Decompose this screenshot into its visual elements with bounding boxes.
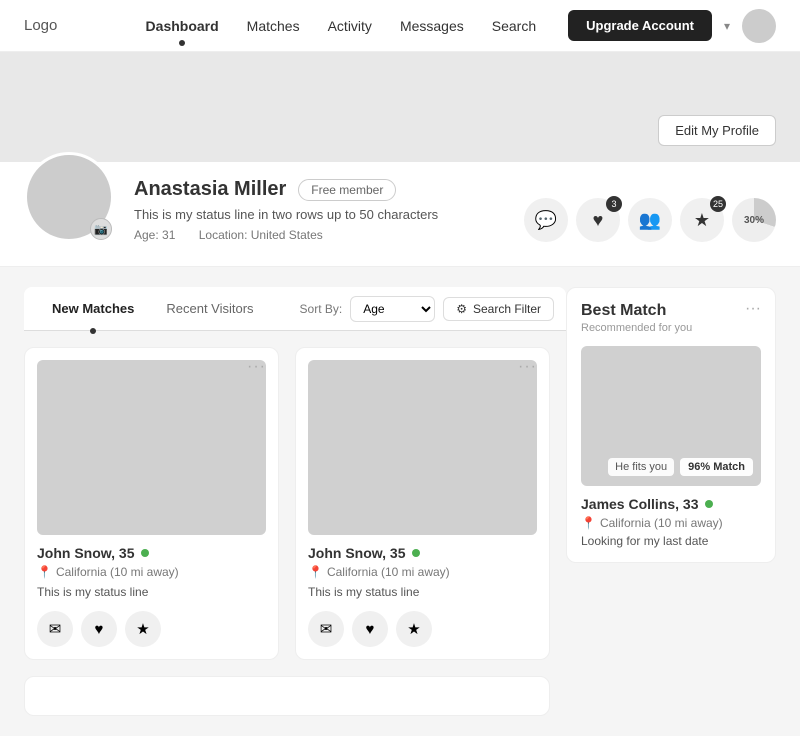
card-location-2: 📍 California (10 mi away) [308, 565, 537, 579]
nav-links: Dashboard Matches Activity Messages Sear… [146, 18, 537, 34]
best-match-photo: He fits you 96% Match [581, 346, 761, 486]
tab-new-matches[interactable]: New Matches [36, 287, 150, 330]
cards-grid: ··· John Snow, 35 📍 California (10 mi aw… [24, 347, 550, 660]
card-name-row-1: John Snow, 35 [37, 545, 266, 561]
like-action-button[interactable]: ♥ 3 [576, 198, 620, 242]
card-name-1: John Snow, 35 [37, 545, 135, 561]
sort-select[interactable]: Age Distance Online [350, 296, 435, 322]
nav-link-dashboard[interactable]: Dashboard [146, 18, 219, 34]
message-icon: 💬 [535, 210, 557, 231]
online-indicator-1 [141, 549, 149, 557]
card-actions-2: ✉ ♥ ★ [308, 611, 537, 647]
navbar: Logo Dashboard Matches Activity Messages… [0, 0, 800, 52]
nav-link-messages[interactable]: Messages [400, 18, 464, 34]
card-status-2: This is my status line [308, 585, 537, 599]
edit-profile-button[interactable]: Edit My Profile [658, 115, 776, 146]
star-action-button[interactable]: ★ 25 [680, 198, 724, 242]
card-photo-1 [37, 360, 266, 535]
filter-icon: ⚙ [456, 302, 467, 316]
upgrade-button[interactable]: Upgrade Account [568, 10, 712, 41]
profile-section: 📷 Anastasia Miller Free member This is m… [0, 162, 800, 267]
card-message-button-2[interactable]: ✉ [308, 611, 344, 647]
free-badge: Free member [298, 179, 396, 201]
card-location-text-1: California (10 mi away) [56, 565, 179, 579]
hero-banner: Edit My Profile [0, 52, 800, 162]
best-match-card: ··· Best Match Recommended for you He fi… [566, 287, 776, 563]
best-match-title: Best Match [581, 302, 761, 320]
partial-card [24, 676, 550, 716]
progress-label: 30% [744, 215, 764, 226]
match-percent-badge: 96% Match [680, 458, 753, 476]
best-match-location: 📍 California (10 mi away) [581, 516, 761, 530]
sort-row: Sort By: Age Distance Online ⚙ Search Fi… [300, 288, 554, 330]
card-photo-2 [308, 360, 537, 535]
card-location-1: 📍 California (10 mi away) [37, 565, 266, 579]
search-filter-button[interactable]: ⚙ Search Filter [443, 297, 554, 321]
nav-right: Upgrade Account ▾ [568, 9, 776, 43]
card-message-button-1[interactable]: ✉ [37, 611, 73, 647]
nav-link-activity[interactable]: Activity [328, 18, 372, 34]
camera-icon[interactable]: 📷 [90, 218, 112, 240]
card-status-1: This is my status line [37, 585, 266, 599]
best-match-name: James Collins, 33 [581, 496, 699, 512]
profile-name-row: Anastasia Miller Free member [134, 178, 504, 201]
star-icon: ★ [694, 210, 710, 231]
card-actions-1: ✉ ♥ ★ [37, 611, 266, 647]
nav-avatar[interactable] [742, 9, 776, 43]
profile-name: Anastasia Miller [134, 178, 286, 201]
profile-age: Age: 31 [134, 228, 175, 242]
tab-recent-visitors[interactable]: Recent Visitors [150, 287, 269, 330]
group-action-button[interactable]: 👥 [628, 198, 672, 242]
right-panel: ··· Best Match Recommended for you He fi… [566, 287, 776, 716]
location-pin-icon-2: 📍 [308, 565, 323, 579]
profile-card-2: ··· John Snow, 35 📍 California (10 mi aw… [295, 347, 550, 660]
star-badge: 25 [710, 196, 726, 212]
filter-label: Search Filter [473, 302, 541, 316]
best-match-name-row: James Collins, 33 [581, 496, 761, 512]
best-match-location-text: California (10 mi away) [600, 516, 723, 530]
left-panel: New Matches Recent Visitors Sort By: Age… [24, 287, 566, 716]
main-content: New Matches Recent Visitors Sort By: Age… [0, 267, 800, 736]
card-like-button-1[interactable]: ♥ [81, 611, 117, 647]
nav-link-matches[interactable]: Matches [247, 18, 300, 34]
fits-you-label: He fits you [608, 458, 674, 476]
best-match-subtitle: Recommended for you [581, 322, 761, 334]
progress-action-button[interactable]: 30% [732, 198, 776, 242]
best-match-status: Looking for my last date [581, 534, 761, 548]
profile-location: Location: United States [199, 228, 323, 242]
card-star-button-2[interactable]: ★ [396, 611, 432, 647]
heart-icon: ♥ [593, 210, 604, 231]
online-indicator-2 [412, 549, 420, 557]
nav-logo: Logo [24, 17, 57, 34]
profile-actions: 💬 ♥ 3 👥 ★ 25 30% [524, 174, 776, 242]
card-name-2: John Snow, 35 [308, 545, 406, 561]
sort-label: Sort By: [300, 302, 343, 316]
card-menu-1[interactable]: ··· [247, 358, 266, 376]
card-star-button-1[interactable]: ★ [125, 611, 161, 647]
card-location-text-2: California (10 mi away) [327, 565, 450, 579]
card-like-button-2[interactable]: ♥ [352, 611, 388, 647]
best-match-menu[interactable]: ··· [745, 300, 761, 318]
location-pin-icon-1: 📍 [37, 565, 52, 579]
profile-info: Anastasia Miller Free member This is my … [134, 162, 504, 242]
group-icon: 👥 [639, 210, 661, 231]
profile-status: This is my status line in two rows up to… [134, 207, 504, 222]
tabs-row: New Matches Recent Visitors Sort By: Age… [24, 287, 566, 331]
match-overlay: He fits you 96% Match [608, 458, 753, 476]
nav-dropdown-arrow[interactable]: ▾ [724, 19, 730, 33]
profile-avatar-wrap: 📷 [24, 152, 114, 242]
card-name-row-2: John Snow, 35 [308, 545, 537, 561]
profile-meta: Age: 31 Location: United States [134, 228, 504, 242]
best-match-online-indicator [705, 500, 713, 508]
like-badge: 3 [606, 196, 622, 212]
nav-link-search[interactable]: Search [492, 18, 536, 34]
message-action-button[interactable]: 💬 [524, 198, 568, 242]
best-match-location-icon: 📍 [581, 516, 596, 530]
card-menu-2[interactable]: ··· [518, 358, 537, 376]
profile-card: ··· John Snow, 35 📍 California (10 mi aw… [24, 347, 279, 660]
